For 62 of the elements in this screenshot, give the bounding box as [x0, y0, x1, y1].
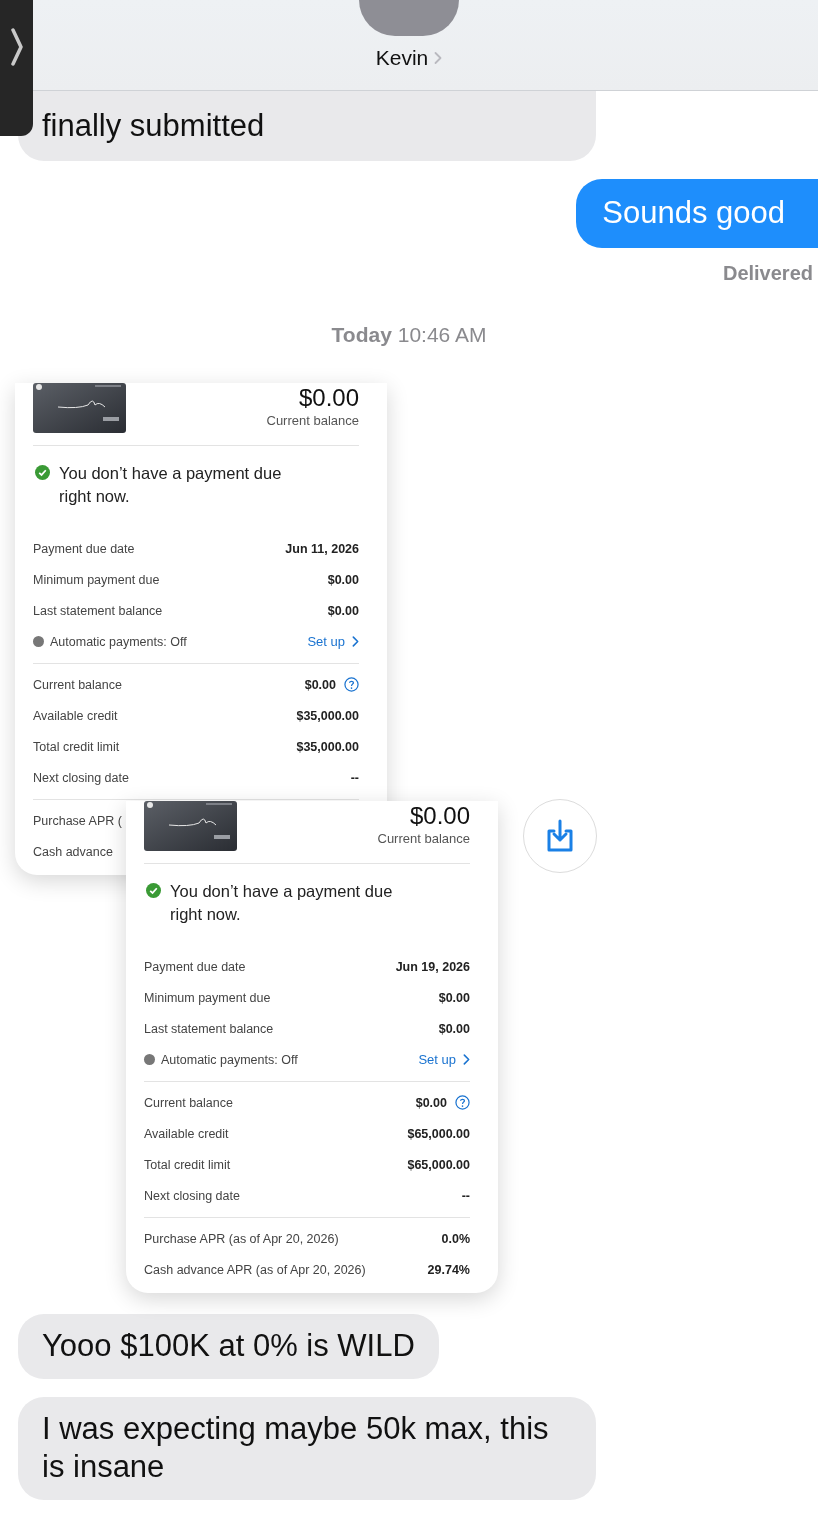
- row-value: $0.00: [415, 1095, 447, 1110]
- row-value: --: [350, 770, 359, 785]
- row-label: Cash advance APR (as of Apr 20, 2026): [144, 1262, 366, 1277]
- setup-link[interactable]: Set up: [418, 1052, 470, 1067]
- row-label: Next closing date: [144, 1188, 240, 1203]
- row-label: Current balance: [144, 1095, 233, 1110]
- notice-text: You don’t have a payment due right now.: [59, 463, 283, 507]
- row-value: $0.00: [438, 1021, 470, 1036]
- row-label: Automatic payments: Off: [50, 634, 187, 649]
- timestamp: Today 10:46 AM: [331, 323, 487, 347]
- balance-label: Current balance: [377, 831, 470, 846]
- row-label: Payment due date: [33, 541, 135, 556]
- contact-name[interactable]: Kevin: [375, 46, 429, 70]
- balance-amount: $0.00: [298, 383, 359, 413]
- row-value: $0.00: [304, 677, 336, 692]
- setup-link[interactable]: Set up: [307, 634, 359, 649]
- row-value: $0.00: [327, 603, 359, 618]
- row-label: Current balance: [33, 677, 122, 692]
- row-value: $0.00: [438, 990, 470, 1005]
- status-dot: [33, 636, 44, 647]
- delivery-status: Delivered: [722, 262, 813, 285]
- row-value: $35,000.00: [296, 708, 359, 723]
- chevron-icon: [10, 28, 23, 66]
- chevron-icon: [434, 51, 443, 65]
- row-value: Jun 19, 2026: [395, 959, 470, 974]
- row-label: Total credit limit: [33, 739, 120, 754]
- check-icon: [35, 465, 50, 480]
- chevron-icon: [463, 1054, 470, 1065]
- row-value: 29.74%: [427, 1262, 470, 1277]
- balance-amount: $0.00: [409, 801, 470, 831]
- row-label: Available credit: [144, 1126, 229, 1141]
- row-label: Payment due date: [144, 959, 246, 974]
- row-value: $65,000.00: [407, 1157, 470, 1172]
- notice-text: You don’t have a payment due right now.: [170, 881, 394, 925]
- row-value: 0.0%: [441, 1231, 470, 1246]
- message-bubble: finally submitted: [18, 91, 596, 161]
- row-value: $0.00: [327, 572, 359, 587]
- row-label: Next closing date: [33, 770, 129, 785]
- status-dot: [144, 1054, 155, 1065]
- balance-label: Current balance: [266, 413, 359, 428]
- row-value: Jun 11, 2026: [285, 541, 359, 556]
- row-label: Purchase APR (: [33, 813, 122, 828]
- row-value: $65,000.00: [407, 1126, 470, 1141]
- message-bubble: I was expecting maybe 50k max, this is insane: [18, 1397, 596, 1500]
- sidebar-handle[interactable]: [0, 0, 33, 136]
- row-value: $35,000.00: [296, 739, 359, 754]
- row-value: --: [461, 1188, 470, 1203]
- row-label: Purchase APR (as of Apr 20, 2026): [144, 1231, 339, 1246]
- row-label: Last statement balance: [33, 603, 163, 618]
- chevron-icon: [352, 636, 359, 647]
- row-label: Minimum payment due: [33, 572, 160, 587]
- row-label: Automatic payments: Off: [161, 1052, 298, 1067]
- row-label: Cash advance: [33, 844, 113, 859]
- row-label: Last statement balance: [144, 1021, 274, 1036]
- message-bubble: Yooo $100K at 0% is WILD: [18, 1314, 439, 1379]
- help-icon[interactable]: [455, 1095, 470, 1110]
- message-bubble: Sounds good: [576, 179, 818, 248]
- row-label: Total credit limit: [144, 1157, 231, 1172]
- row-label: Available credit: [33, 708, 118, 723]
- check-icon: [146, 883, 161, 898]
- help-icon[interactable]: [344, 677, 359, 692]
- row-label: Minimum payment due: [144, 990, 271, 1005]
